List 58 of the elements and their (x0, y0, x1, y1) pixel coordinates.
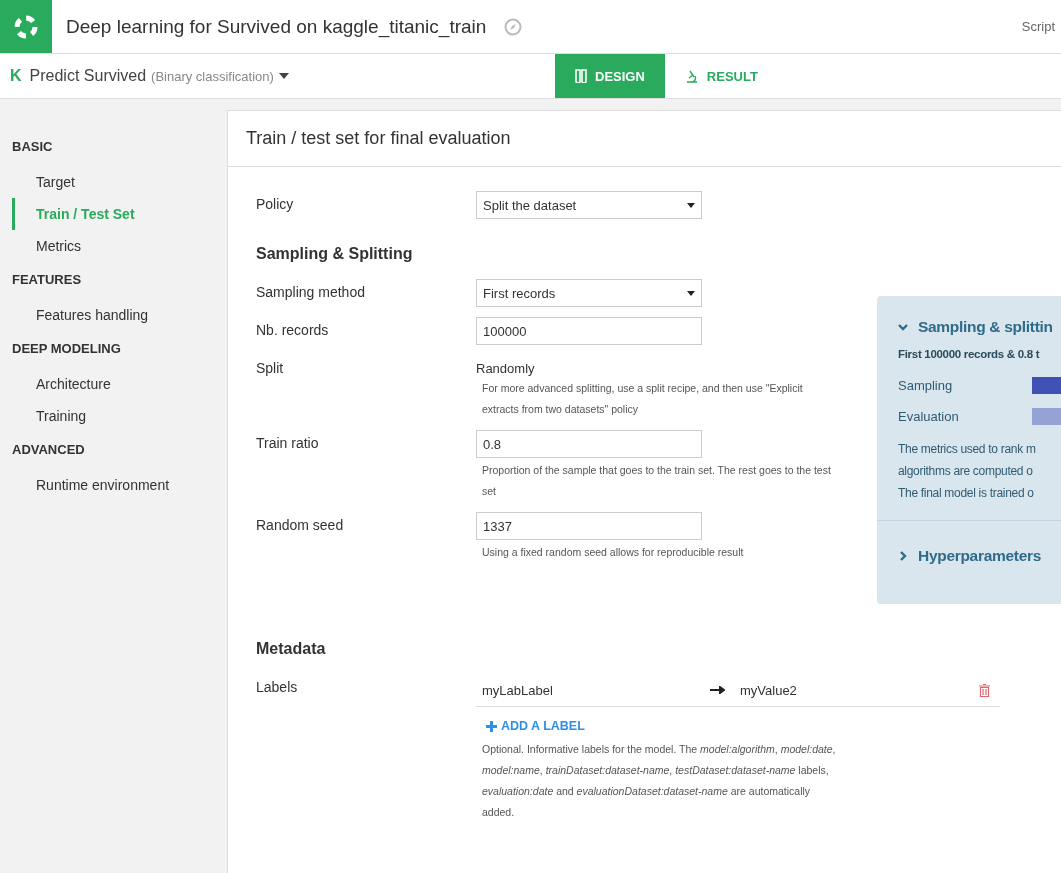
panel-text: algorithms are computed o (898, 463, 1034, 480)
bar-label: Sampling (898, 378, 954, 393)
logo-icon (13, 13, 39, 40)
input-field[interactable]: 0.8 (476, 430, 702, 458)
field-label: Labels (256, 678, 299, 697)
panel-section-toggle[interactable]: Hyperparameters (898, 547, 1061, 565)
sidebar-item[interactable]: Runtime environment (0, 469, 227, 501)
field-label: Policy (256, 195, 295, 214)
chevron-down-icon (898, 322, 908, 332)
task-letter: K (10, 67, 22, 85)
panel-summary: First 100000 records & 0.8 t (898, 348, 1041, 360)
plus-icon (486, 720, 497, 732)
trash-icon[interactable] (979, 683, 990, 697)
arrow-right-icon (710, 686, 725, 694)
help-text: Proportion of the sample that goes to the train set. The rest goes to the test set (481, 463, 832, 499)
dropdown-select[interactable]: First records (476, 279, 702, 307)
caret-icon (687, 290, 695, 296)
panel-text: The metrics used to rank m (898, 441, 1037, 458)
field-value: Randomly (476, 360, 536, 376)
app-logo[interactable] (0, 0, 52, 53)
policy-select[interactable]: Split the dataset (476, 191, 702, 219)
flask-icon (575, 69, 587, 83)
input-field[interactable]: 100000 (476, 317, 702, 345)
panel-text: The final model is trained o (898, 485, 1035, 502)
label-key: myLabLabel (482, 682, 710, 698)
sidebar-item[interactable]: Metrics (0, 230, 227, 262)
panel-section-toggle[interactable]: Sampling & splittin (898, 318, 1061, 336)
task-name[interactable]: Predict Survived (29, 67, 147, 85)
help-text: For more advanced splitting, use a split recipe, and then use "Explicit extracts from two datasets" policy (481, 381, 804, 417)
bar-label: Evaluation (898, 409, 960, 424)
section-heading: Sampling & Splitting (256, 245, 414, 263)
section-heading: Metadata (256, 640, 327, 658)
sidebar-item[interactable]: Training (0, 400, 227, 432)
sidebar-item[interactable]: Architecture (0, 368, 227, 400)
project-title: Deep learning for Survived on kaggle_titanic_train (66, 15, 487, 38)
script-link[interactable]: Script (1021, 19, 1055, 34)
caret-icon[interactable] (278, 73, 289, 79)
chevron-right-icon (898, 551, 908, 561)
field-label: Nb. records (256, 321, 330, 340)
compass-icon[interactable] (504, 17, 523, 36)
field-label: Train ratio (256, 434, 320, 453)
sidebar-section-title: BASIC (11, 138, 54, 156)
sidebar-section-title: FEATURES (11, 271, 83, 289)
label-value: myValue2 (740, 682, 798, 698)
help-text: Optional. Informative labels for the model. The model:algorithm, model:date, model:name, trainDataset:dataset-name, testDataset:dataset-name labels, evaluation:date and evaluationDataset:dataset-name are automatically added. (481, 742, 837, 820)
sidebar-section-title: DEEP MODELING (11, 340, 122, 358)
help-text: Using a fixed random seed allows for reproducible result (481, 545, 745, 560)
field-label: Sampling method (256, 283, 366, 302)
field-label: Split (256, 359, 285, 378)
input-field[interactable]: 1337 (476, 512, 702, 540)
sidebar-item[interactable]: Features handling (0, 299, 227, 331)
microscope-icon (684, 69, 699, 83)
card-title: Train / test set for final evaluation (228, 111, 1061, 167)
caret-icon (687, 202, 695, 208)
field-label: Random seed (256, 516, 345, 535)
sidebar-section-title: ADVANCED (11, 441, 86, 459)
sidebar-item[interactable]: Target (0, 166, 227, 198)
task-type: (Binary classification) (151, 68, 274, 84)
